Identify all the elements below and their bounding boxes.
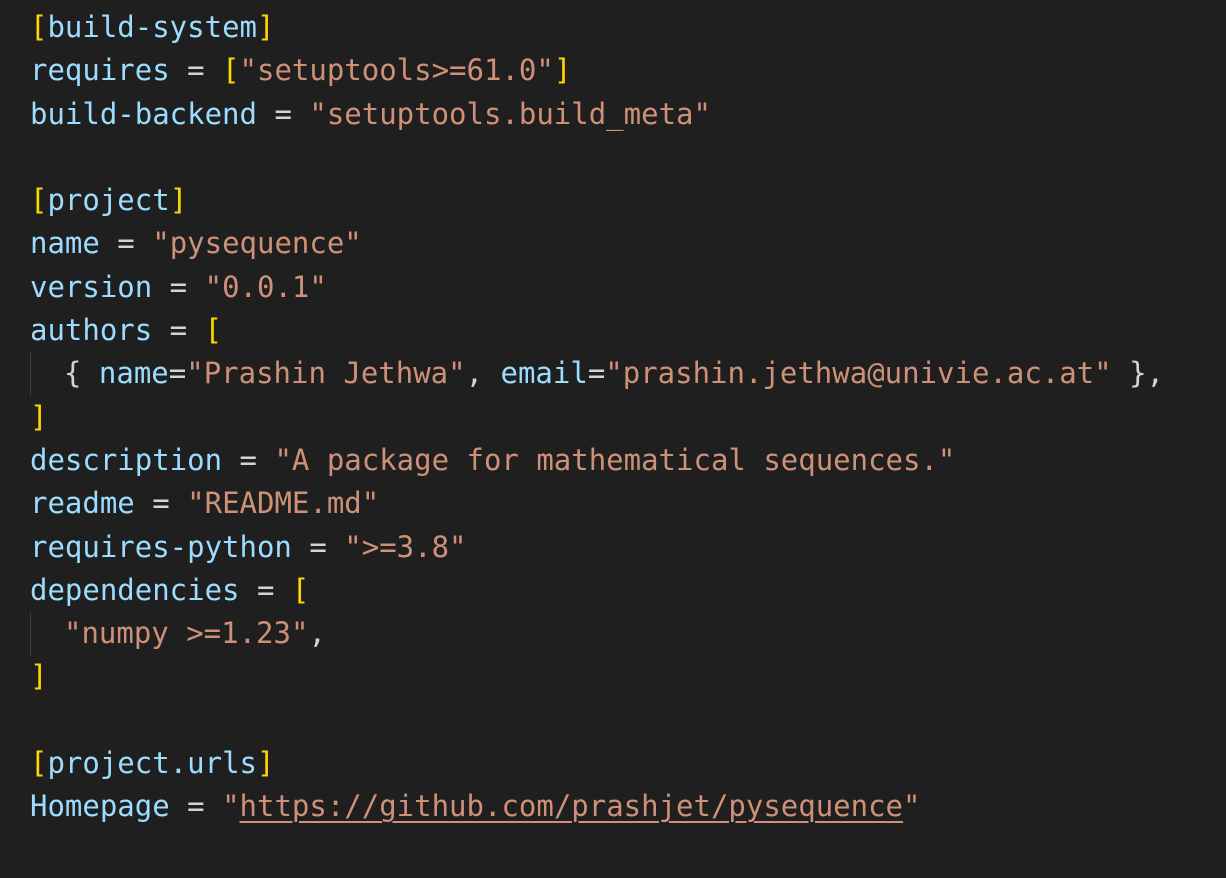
key-token: build-backend bbox=[30, 96, 257, 131]
bracket-token: ] bbox=[256, 746, 275, 781]
code-editor[interactable]: [build-system] requires = ["setuptools>=6… bbox=[0, 0, 1226, 878]
punctuation-token: }, bbox=[1111, 356, 1165, 391]
table-header-token: build-system bbox=[47, 10, 257, 44]
string-token: "prashin.jethwa@univie.ac.at" bbox=[605, 356, 1112, 391]
bracket-token: [ bbox=[222, 53, 240, 88]
code-line[interactable]: "numpy >=1.23", bbox=[30, 612, 1226, 656]
key-token: name bbox=[30, 226, 100, 261]
code-line[interactable]: [project.urls] bbox=[30, 742, 1226, 785]
key-token: authors bbox=[30, 313, 153, 348]
string-token: "0.0.1" bbox=[204, 269, 327, 304]
key-token: version bbox=[30, 269, 153, 304]
operator-token: = bbox=[168, 356, 187, 391]
bracket-token: [ bbox=[30, 10, 48, 44]
bracket-token: [ bbox=[204, 313, 223, 348]
key-token: email bbox=[500, 356, 588, 391]
operator-token: = bbox=[169, 789, 223, 824]
bracket-token: [ bbox=[291, 572, 310, 607]
string-token: ">=3.8" bbox=[344, 529, 467, 564]
code-line[interactable]: [build-system] bbox=[30, 6, 1226, 49]
key-token: Homepage bbox=[30, 789, 170, 824]
string-token: "Prashin Jethwa" bbox=[186, 356, 466, 391]
code-line[interactable]: ​ bbox=[30, 136, 1226, 179]
indent-guide bbox=[30, 612, 64, 656]
code-line[interactable]: dependencies = [ bbox=[30, 569, 1226, 612]
key-token: requires-python bbox=[30, 529, 292, 564]
operator-token: = bbox=[152, 269, 205, 304]
code-line[interactable]: ] bbox=[30, 655, 1226, 698]
code-line[interactable]: name = "pysequence" bbox=[30, 222, 1226, 265]
bracket-token: ] bbox=[30, 659, 48, 694]
table-header-token: project.urls bbox=[47, 746, 257, 781]
bracket-token: ] bbox=[256, 10, 275, 44]
operator-token: = bbox=[291, 529, 345, 564]
code-line[interactable]: build-backend = "setuptools.build_meta" bbox=[30, 93, 1226, 136]
code-line[interactable]: authors = [ bbox=[30, 309, 1226, 352]
string-token: "setuptools>=61.0" bbox=[239, 53, 554, 88]
operator-token: = bbox=[222, 442, 275, 477]
string-token: "README.md" bbox=[187, 486, 380, 521]
code-line[interactable]: requires = ["setuptools>=61.0"] bbox=[30, 49, 1226, 92]
bracket-token: ] bbox=[30, 399, 48, 434]
string-token: " bbox=[903, 789, 921, 824]
operator-token: = bbox=[152, 313, 205, 348]
operator-token: = bbox=[99, 226, 153, 261]
operator-token: = bbox=[134, 486, 188, 521]
key-token: requires bbox=[30, 53, 170, 88]
bracket-token: [ bbox=[30, 746, 48, 781]
indent-guide bbox=[30, 352, 64, 396]
code-line[interactable]: description = "A package for mathematica… bbox=[30, 439, 1226, 482]
code-line[interactable]: Homepage = "https://github.com/prashjet/… bbox=[30, 785, 1226, 828]
code-line[interactable]: version = "0.0.1" bbox=[30, 266, 1226, 309]
punctuation-token: , bbox=[465, 356, 501, 391]
code-line[interactable]: requires-python = ">=3.8" bbox=[30, 526, 1226, 569]
bracket-token: ] bbox=[553, 53, 572, 88]
key-token: description bbox=[30, 442, 223, 477]
url-link[interactable]: https://github.com/prashjet/pysequence bbox=[240, 789, 903, 823]
code-line[interactable]: [project] bbox=[30, 179, 1226, 222]
operator-token: = bbox=[587, 356, 606, 391]
code-line[interactable]: { name="Prashin Jethwa", email="prashin.… bbox=[30, 352, 1226, 396]
string-token: " bbox=[222, 789, 240, 824]
string-token: "numpy >=1.23" bbox=[64, 616, 309, 651]
table-header-token: project bbox=[47, 183, 170, 218]
code-line[interactable]: ] bbox=[30, 396, 1226, 439]
operator-token: = bbox=[239, 572, 292, 607]
code-line[interactable]: readme = "README.md" bbox=[30, 482, 1226, 525]
key-token: readme bbox=[30, 486, 135, 521]
string-token: "pysequence" bbox=[152, 226, 362, 261]
punctuation-token: { bbox=[64, 356, 99, 391]
code-line[interactable]: ​ bbox=[30, 699, 1226, 742]
bracket-token: [ bbox=[30, 183, 48, 218]
string-token: "A package for mathematical sequences." bbox=[274, 442, 956, 477]
operator-token: = bbox=[169, 53, 223, 88]
operator-token: = bbox=[256, 96, 310, 131]
punctuation-token: , bbox=[308, 616, 326, 651]
string-token: "setuptools.build_meta" bbox=[309, 96, 711, 131]
bracket-token: ] bbox=[169, 183, 188, 218]
key-token: dependencies bbox=[30, 572, 240, 607]
key-token: name bbox=[98, 356, 169, 391]
